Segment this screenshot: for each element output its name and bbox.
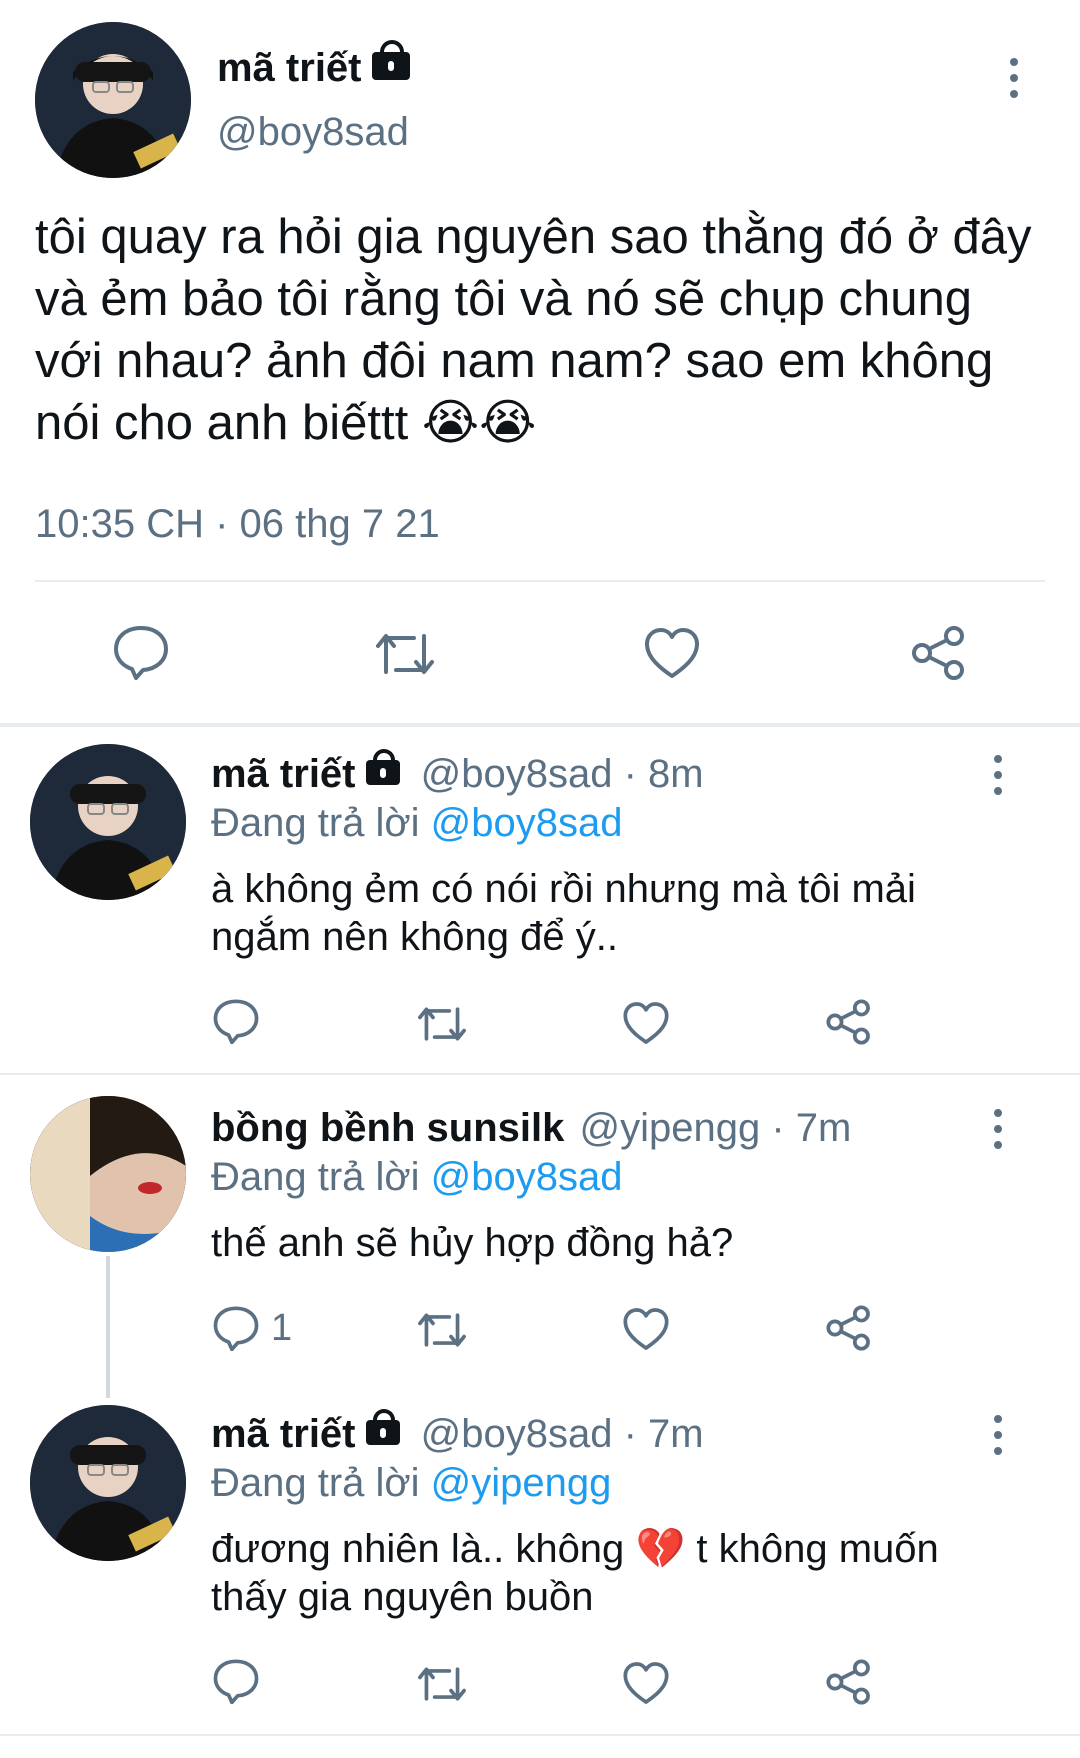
reply-text: à không ẻm có nói rồi nhưng mà tôi mải n… [211, 867, 916, 959]
retweet-icon[interactable] [372, 628, 438, 680]
reply-divider [0, 1734, 1080, 1736]
replying-to-line: Đang trả lời @boy8sad [211, 799, 623, 847]
share-icon[interactable] [910, 624, 968, 682]
replying-to-link[interactable]: @boy8sad [431, 1155, 623, 1199]
replying-label: Đang trả lời [211, 801, 420, 845]
replying-label: Đang trả lời [211, 1461, 420, 1505]
reply-handle[interactable]: @boy8sad [421, 752, 613, 796]
more-vertical-icon[interactable] [994, 755, 1002, 795]
thread-connector [106, 1256, 110, 1398]
speech-bubble-icon[interactable] [212, 998, 260, 1044]
reply-divider [0, 1073, 1080, 1075]
reply-text: đương nhiên là.. không 💔 t không muốn th… [211, 1525, 1001, 1621]
reply-count: 1 [271, 1307, 293, 1349]
more-vertical-icon[interactable] [1010, 58, 1018, 98]
reply-header: bồng bềnh sunsilk @yipengg · 7m [211, 1104, 851, 1152]
reply-display-name[interactable]: bồng bềnh sunsilk [211, 1106, 564, 1150]
lock-icon [365, 1408, 400, 1445]
replying-to-link[interactable]: @boy8sad [431, 801, 623, 845]
retweet-icon[interactable] [415, 1002, 469, 1046]
reply-time[interactable]: · 8m [624, 752, 704, 796]
main-tweet-text: tôi quay ra hỏi gia nguyên sao thằng đó … [35, 206, 1045, 454]
share-icon[interactable] [825, 998, 873, 1046]
main-display-name[interactable]: mã triết [217, 40, 410, 92]
share-icon[interactable] [825, 1304, 873, 1352]
main-display-name-text[interactable]: mã triết [217, 46, 362, 90]
reply-handle[interactable]: @yipengg [579, 1106, 760, 1150]
speech-bubble-icon[interactable] [112, 624, 170, 680]
more-vertical-icon[interactable] [994, 1415, 1002, 1455]
lock-icon [365, 748, 400, 785]
replying-label: Đang trả lời [211, 1155, 420, 1199]
share-icon[interactable] [825, 1658, 873, 1706]
reply-display-name[interactable]: mã triết [211, 1412, 356, 1456]
reply-time[interactable]: · 7m [624, 1412, 704, 1456]
reply-avatar[interactable] [30, 1405, 186, 1561]
heart-icon[interactable] [643, 626, 701, 680]
crying-emoji: 😭😭 [421, 396, 537, 450]
replying-to-line: Đang trả lời @boy8sad [211, 1153, 623, 1201]
broken-heart-emoji: 💔 [635, 1527, 686, 1571]
reply-time[interactable]: · 7m [771, 1106, 851, 1150]
reply-text-part: đương nhiên là.. không [211, 1527, 625, 1571]
main-handle[interactable]: @boy8sad [217, 108, 409, 156]
lock-icon [371, 40, 410, 81]
timestamp-divider [35, 580, 1045, 582]
reply-display-name[interactable]: mã triết [211, 752, 356, 796]
speech-bubble-icon[interactable] [212, 1658, 260, 1704]
reply-avatar[interactable] [30, 744, 186, 900]
retweet-icon[interactable] [415, 1662, 469, 1706]
retweet-icon[interactable] [415, 1308, 469, 1352]
heart-icon[interactable] [622, 1000, 670, 1046]
main-timestamp[interactable]: 10:35 CH · 06 thg 7 21 [35, 500, 440, 548]
speech-bubble-icon[interactable] [212, 1305, 260, 1351]
heart-icon[interactable] [622, 1306, 670, 1352]
more-vertical-icon[interactable] [994, 1109, 1002, 1149]
reply-avatar[interactable] [30, 1096, 186, 1252]
reply-header: mã triết @boy8sad · 8m [211, 748, 704, 798]
reply-text: thế anh sẽ hủy hợp đồng hả? [211, 1221, 734, 1265]
main-avatar[interactable] [35, 22, 191, 178]
heart-icon[interactable] [622, 1660, 670, 1706]
replying-to-link[interactable]: @yipengg [431, 1461, 612, 1505]
replying-to-line: Đang trả lời @yipengg [211, 1459, 611, 1507]
reply-header: mã triết @boy8sad · 7m [211, 1408, 704, 1458]
reply-handle[interactable]: @boy8sad [421, 1412, 613, 1456]
main-tweet-bottom-divider [0, 723, 1080, 727]
